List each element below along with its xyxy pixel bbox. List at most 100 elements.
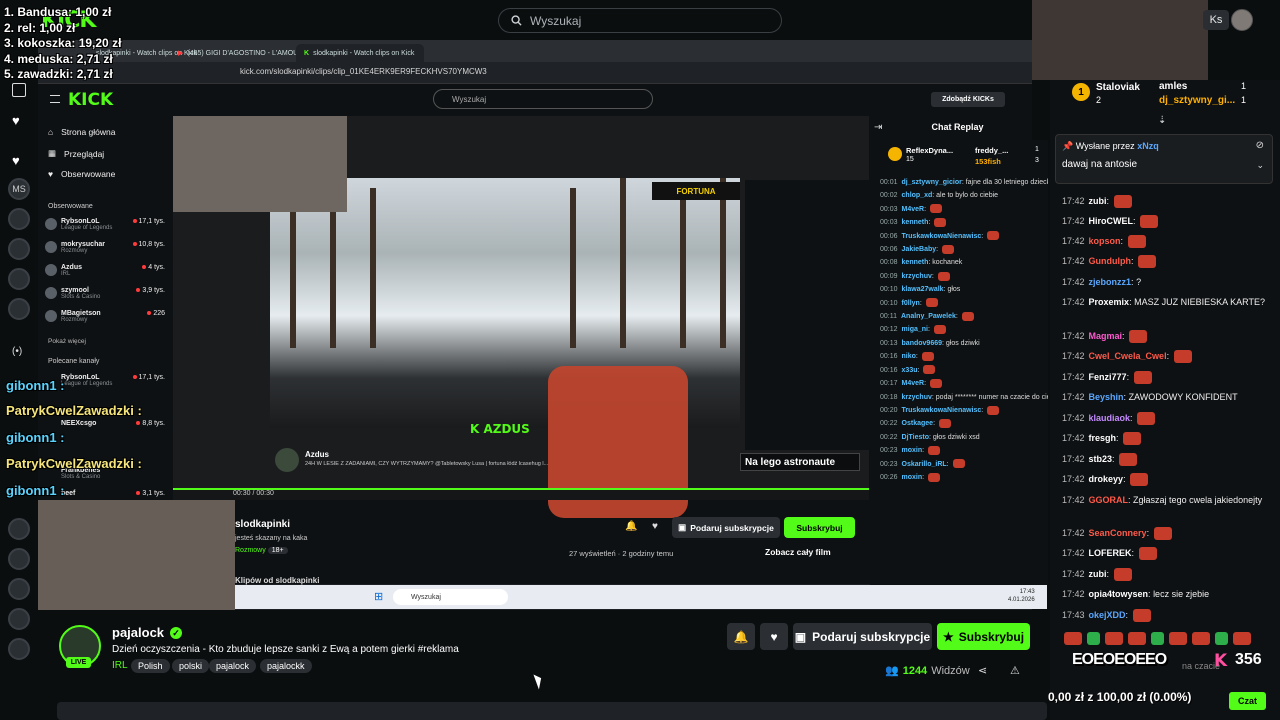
chevron-down-icon[interactable]: ⌄ xyxy=(1256,160,1264,171)
message-username[interactable]: DjTiesto xyxy=(902,434,930,441)
message-username[interactable]: LOFEREK xyxy=(1089,548,1132,558)
message-username[interactable]: Gundulph xyxy=(1089,256,1132,266)
message-username[interactable]: dj_sztywny_gicior xyxy=(902,179,962,186)
address-bar[interactable] xyxy=(38,62,1032,84)
emote[interactable] xyxy=(1064,632,1082,645)
nav-browse[interactable]: ▦ Przeglądaj xyxy=(48,148,104,159)
nav-home[interactable]: ⌂ Strona główna xyxy=(48,127,115,137)
rail-channel-avatar[interactable] xyxy=(8,298,30,320)
message-username[interactable]: drokeyy xyxy=(1089,474,1124,484)
message-username[interactable]: stb23 xyxy=(1089,454,1113,464)
message-username[interactable]: Ostkagee xyxy=(902,420,934,427)
show-more-link[interactable]: Pokaż więcej xyxy=(48,338,86,345)
emote[interactable] xyxy=(1128,632,1146,645)
message-username[interactable]: kenneth xyxy=(902,219,929,226)
message-username[interactable]: zjebonzz1 xyxy=(1089,277,1132,287)
message-username[interactable]: miga_ni xyxy=(902,326,928,333)
heart-icon[interactable]: ♥ xyxy=(12,113,20,128)
notification-bell-button[interactable]: 🔔 xyxy=(727,623,755,650)
tag[interactable]: Polish xyxy=(131,659,170,673)
message-username[interactable]: klaudiaok xyxy=(1089,413,1131,423)
home-icon[interactable] xyxy=(12,83,26,97)
browser-tab-active[interactable]: Kslodkapinki - Watch clips on Kick xyxy=(296,44,424,62)
gifter-name[interactable]: dj_sztywny_gi... xyxy=(1159,95,1235,106)
sidebar-channel[interactable]: NEEXcsgo 8,8 tys. xyxy=(47,420,165,427)
rail-channel-avatar[interactable] xyxy=(8,548,30,570)
watch-full-video-link[interactable]: Zobacz cały film xyxy=(765,547,831,557)
tag[interactable]: pajalock xyxy=(209,659,257,673)
tag[interactable]: polski xyxy=(172,659,210,673)
rail-channel-avatar[interactable] xyxy=(8,268,30,290)
emote[interactable] xyxy=(1105,632,1123,645)
sidebar-channel[interactable]: Azdus IRL 4 tys. xyxy=(45,264,165,277)
url-text[interactable]: kick.com/slodkapinki/clips/clip_01KE4ERK… xyxy=(240,67,487,76)
sidebar-channel[interactable]: RybsonLoL League of Legends 17,1 tys. xyxy=(45,218,165,231)
rail-channel-avatar[interactable] xyxy=(8,608,30,630)
message-username[interactable]: krzychuv xyxy=(902,273,932,280)
bell-icon[interactable]: 🔔 xyxy=(625,521,637,532)
followed-heart-icon[interactable]: ♥ xyxy=(12,153,20,168)
sidebar-channel[interactable]: mokrysuchar Rozmowy 10,8 tys. xyxy=(45,241,165,254)
message-username[interactable]: krzychuv xyxy=(902,394,932,401)
message-username[interactable]: f0llyn xyxy=(902,300,920,307)
share-icon[interactable]: ⋖ xyxy=(978,664,987,677)
progress-bar[interactable] xyxy=(173,488,869,490)
rail-channel-avatar[interactable] xyxy=(8,638,30,660)
message-username[interactable]: Analny_Pawelek xyxy=(901,313,956,320)
subscribe-button[interactable]: ★ Subskrybuj xyxy=(937,623,1030,650)
gifter-name[interactable]: amles xyxy=(1159,81,1187,92)
rail-channel-avatar[interactable] xyxy=(8,208,30,230)
sidebar-channel[interactable]: MBagietson Rozmowy 226 xyxy=(45,310,165,323)
gift-sub-button[interactable]: ▣ Podaruj subskrypcje xyxy=(672,517,780,538)
gift-subs-button[interactable]: ▣ Podaruj subskrypcje xyxy=(793,623,932,650)
rail-channel-avatar[interactable]: MS xyxy=(8,178,30,200)
emote[interactable] xyxy=(1192,632,1210,645)
message-username[interactable]: SeanConnery xyxy=(1089,528,1147,538)
message-username[interactable]: Cwel_Cwela_Cwel xyxy=(1089,351,1167,361)
message-username[interactable]: moxin xyxy=(902,447,923,454)
kick-logo[interactable]: KICK xyxy=(68,90,113,110)
streamer-name[interactable]: pajalock ✓ xyxy=(112,625,183,640)
message-username[interactable]: Proxemix xyxy=(1089,297,1130,307)
message-username[interactable]: x33u xyxy=(902,367,918,374)
message-username[interactable]: niko xyxy=(902,353,916,360)
report-icon[interactable]: ⚠ xyxy=(1010,664,1020,677)
stream-category[interactable]: IRL xyxy=(112,660,128,671)
rail-channel-avatar[interactable] xyxy=(8,238,30,260)
tag[interactable]: pajalockk xyxy=(260,659,312,673)
message-username[interactable]: Magmai xyxy=(1089,331,1123,341)
message-username[interactable]: zubi xyxy=(1089,569,1107,579)
message-username[interactable]: kopson xyxy=(1089,236,1121,246)
search-input[interactable]: Wyszukaj xyxy=(498,8,782,33)
pin-expand-icon[interactable]: ⇣ xyxy=(1158,115,1166,126)
chat-send-button[interactable]: Czat xyxy=(1229,692,1266,710)
emote[interactable] xyxy=(1087,632,1100,645)
follow-button[interactable]: ♥ xyxy=(760,623,788,650)
message-username[interactable]: HiroCWEL xyxy=(1089,216,1134,226)
message-username[interactable]: Oskarillo_iRL xyxy=(902,461,947,468)
message-username[interactable]: klawa27walk xyxy=(902,286,944,293)
nav-followed[interactable]: ♥ Obserwowane xyxy=(48,169,115,179)
sidebar-channel[interactable]: szymool Slots & Casino 3,9 tys. xyxy=(45,287,165,300)
message-username[interactable]: opia4towysen xyxy=(1089,589,1149,599)
message-username[interactable]: chlop_xd xyxy=(902,192,933,199)
message-username[interactable]: Beyshin xyxy=(1089,392,1124,402)
message-username[interactable]: Fenzi777 xyxy=(1089,372,1127,382)
message-username[interactable]: TruskawkowaNienawisc xyxy=(902,407,982,414)
rail-channel-avatar[interactable] xyxy=(8,578,30,600)
message-username[interactable]: JakieBaby xyxy=(902,246,937,253)
browser-tab[interactable]: ▶ (465) GIGI D'AGOSTINO - L'AMOUR xyxy=(170,44,311,62)
message-username[interactable]: fresgh xyxy=(1089,433,1117,443)
message-username[interactable]: okejXDD xyxy=(1089,610,1126,620)
user-avatar[interactable] xyxy=(1231,9,1253,31)
rail-channel-avatar[interactable] xyxy=(8,518,30,540)
message-username[interactable]: M4veR xyxy=(902,380,925,387)
get-kicks-inner-button[interactable]: Zdobądź KICKs xyxy=(931,92,1005,107)
heart-icon[interactable]: ♥ xyxy=(652,521,658,532)
clip-channel-name[interactable]: slodkapinki xyxy=(235,519,290,530)
emote[interactable] xyxy=(1215,632,1228,645)
message-username[interactable]: bandov9669 xyxy=(902,340,942,347)
message-username[interactable]: M4veR xyxy=(902,206,925,213)
pinned-message[interactable]: 📌 Wysłane przez xNzq dawaj na antosie ⊘ … xyxy=(1055,134,1273,184)
message-username[interactable]: TruskawkowaNienawisc xyxy=(902,233,982,240)
